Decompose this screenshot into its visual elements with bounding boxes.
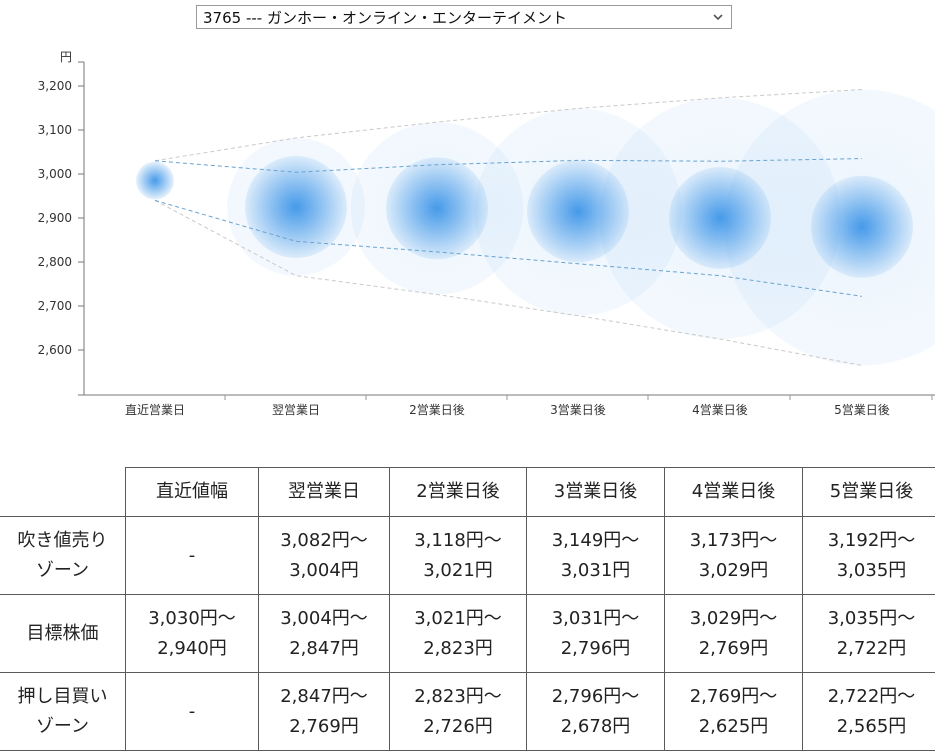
price-value: 2,625円 (698, 715, 769, 737)
price-range-cell: - (125, 516, 259, 595)
price-range-cell: 3,031円〜 2,796円 (526, 594, 665, 673)
price-range-cell: 2,847円〜 2,769円 (258, 672, 390, 751)
price-value: 2,769円 (289, 715, 359, 737)
price-value: 3,029円〜 (689, 607, 778, 629)
price-value: 3,021円 (423, 559, 493, 581)
row-label-line: 押し目買い (17, 685, 108, 707)
y-tick-label: 3,000 (38, 167, 72, 181)
price-range-cell: 3,192円〜 3,035円 (802, 516, 935, 595)
row-label-line: 吹き値売り (17, 529, 108, 551)
price-value: 2,940円 (157, 637, 227, 659)
row-label: 吹き値売り ゾーン (0, 516, 126, 595)
price-range-cell: 3,149円〜 3,031円 (526, 516, 665, 595)
table-row: 目標株価 3,030円〜 2,940円 3,004円〜 2,847円 3,021円〜 2,8… (0, 594, 935, 673)
y-tick-label: 2,600 (38, 343, 72, 357)
price-range-cell: 2,722円〜 2,565円 (802, 672, 935, 751)
price-value: 3,035円 (836, 559, 907, 581)
forecast-table: 直近値幅 翌営業日 2営業日後 3営業日後 4営業日後 5営業日後吹き値売りゾーン - 3,0… (0, 467, 935, 751)
center-bubble (136, 161, 174, 200)
x-tick-label: 翌営業日 (272, 403, 320, 417)
y-tick-label: 3,200 (38, 79, 72, 93)
price-value: 3,149円〜 (551, 529, 640, 551)
row-label-line: ゾーン (35, 559, 90, 581)
price-range-cell: 3,004円〜 2,847円 (258, 594, 390, 673)
price-forecast-chart: 円 2,600 2,700 2,800 2,900 3,000 3,100 3,200 直近営業… (38, 50, 935, 417)
row-label-line: 目標株価 (26, 622, 99, 644)
column-header: 3営業日後 (526, 467, 665, 517)
price-range-cell: 3,173円〜 3,029円 (664, 516, 803, 595)
x-tick-label: 5営業日後 (834, 403, 890, 417)
column-header: 4営業日後 (664, 467, 803, 517)
price-range-cell: 3,030円〜 2,940円 (125, 594, 259, 673)
x-tick-label: 2営業日後 (409, 403, 465, 417)
price-value: 2,823円〜 (414, 685, 502, 707)
price-value: - (188, 544, 196, 566)
price-value: 2,823円 (423, 637, 493, 659)
price-value: 3,031円 (560, 559, 631, 581)
center-bubble (811, 175, 913, 278)
row-label-line: ゾーン (35, 715, 90, 737)
price-value: 2,722円〜 (827, 685, 916, 707)
price-value: 2,847円 (289, 637, 359, 659)
price-value: 2,769円 (698, 637, 769, 659)
price-range-cell: 3,082円〜 3,004円 (258, 516, 390, 595)
price-value: 3,082円〜 (280, 529, 368, 551)
table-row: 吹き値売りゾーン - 3,082円〜 3,004円 3,118円〜 3,021円 3,149… (0, 516, 935, 595)
price-value: 3,031円〜 (551, 607, 640, 629)
y-tick-label: 2,900 (38, 211, 72, 225)
price-value: 3,030円〜 (148, 607, 236, 629)
price-range-cell: 3,118円〜 3,021円 (389, 516, 527, 595)
price-value: 2,565円 (836, 715, 907, 737)
table-header-row: 直近値幅 翌営業日 2営業日後 3営業日後 4営業日後 5営業日後 (0, 467, 935, 517)
price-value: - (188, 700, 196, 722)
y-tick-label: 2,700 (38, 299, 72, 313)
price-value: 3,118円〜 (414, 529, 502, 551)
stock-selector-dropdown[interactable]: 3765 --- ガンホー・オンライン・エンターテイメント (196, 5, 732, 29)
price-range-cell: 3,035円〜 2,722円 (802, 594, 935, 673)
table-corner-cell (0, 467, 126, 517)
price-range-cell: 2,769円〜 2,625円 (664, 672, 803, 751)
price-value: 3,173円〜 (689, 529, 778, 551)
price-value: 2,678円 (560, 715, 631, 737)
center-bubble (245, 156, 347, 258)
center-bubble (527, 160, 629, 263)
y-tick-label: 2,800 (38, 255, 72, 269)
y-tick-label: 3,100 (38, 123, 72, 137)
price-value: 2,722円 (836, 637, 907, 659)
price-range-cell: 2,796円〜 2,678円 (526, 672, 665, 751)
price-value: 2,796円 (560, 637, 631, 659)
price-value: 3,035円〜 (827, 607, 916, 629)
plot-area (136, 89, 935, 366)
price-value: 3,029円 (698, 559, 769, 581)
row-label: 目標株価 (0, 594, 126, 673)
row-label: 押し目買い ゾーン (0, 672, 126, 751)
table-row: 押し目買いゾーン - 2,847円〜 2,769円 2,823円〜 2,726円 2,796… (0, 672, 935, 751)
price-value: 2,769円〜 (689, 685, 778, 707)
price-range-cell: 3,029円〜 2,769円 (664, 594, 803, 673)
y-unit-label: 円 (60, 50, 72, 64)
x-tick-label: 3営業日後 (550, 403, 606, 417)
price-value: 2,726円 (423, 715, 493, 737)
center-bubble (669, 167, 771, 269)
price-range-cell: 3,021円〜 2,823円 (389, 594, 527, 673)
price-value: 3,021円〜 (414, 607, 502, 629)
stock-selector-value: 3765 --- ガンホー・オンライン・エンターテイメント (203, 8, 567, 27)
column-header: 2営業日後 (389, 467, 527, 517)
price-value: 3,004円 (289, 559, 359, 581)
column-header: 翌営業日 (258, 467, 390, 517)
price-value: 2,847円〜 (280, 685, 368, 707)
price-value: 3,004円〜 (280, 607, 368, 629)
price-value: 2,796円〜 (551, 685, 640, 707)
column-header: 直近値幅 (125, 467, 259, 517)
price-value: 3,192円〜 (827, 529, 916, 551)
chevron-down-icon (713, 14, 723, 21)
price-range-cell: 2,823円〜 2,726円 (389, 672, 527, 751)
x-tick-label: 4営業日後 (692, 403, 748, 417)
x-tick-label: 直近営業日 (125, 403, 185, 417)
price-range-cell: - (125, 672, 259, 751)
column-header: 5営業日後 (802, 467, 935, 517)
center-bubble (386, 157, 488, 260)
